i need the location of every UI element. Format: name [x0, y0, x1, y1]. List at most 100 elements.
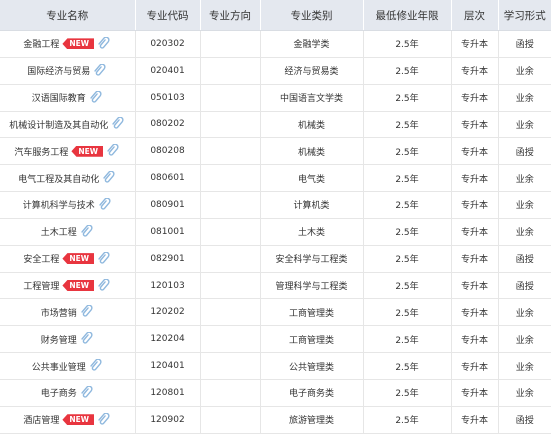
major-name-link[interactable]: 安全工程 [23, 252, 59, 265]
major-name-link[interactable]: 汽车服务工程 [14, 145, 68, 158]
paperclip-icon[interactable] [97, 278, 111, 293]
table-row: 安全工程 NEW 082901 安全科学与工程类 2.5年 专升本 函授 [0, 245, 551, 273]
major-direction-cell [200, 111, 261, 139]
paperclip-icon[interactable] [97, 251, 111, 266]
major-name-link[interactable]: 工程管理 [23, 279, 59, 292]
study-form-cell: 业余 [498, 218, 551, 246]
study-form-cell: 业余 [498, 57, 551, 85]
header-level: 层次 [451, 0, 499, 31]
min-years-cell: 2.5年 [363, 325, 452, 354]
min-years-cell: 2.5年 [363, 164, 452, 193]
major-direction-cell [200, 379, 261, 407]
paperclip-icon[interactable] [106, 144, 120, 158]
paperclip-icon[interactable] [89, 90, 103, 105]
paperclip-icon[interactable] [102, 171, 116, 185]
new-badge: NEW [62, 38, 95, 50]
table-row: 财务管理 120204 工商管理类 2.5年 专升本 业余 [0, 325, 551, 354]
major-name-link[interactable]: 电子商务 [41, 386, 77, 399]
major-name-link[interactable]: 汉语国际教育 [32, 91, 86, 104]
major-name-wrap: 金融工程 NEW [23, 36, 111, 51]
major-name-link[interactable]: 酒店管理 [23, 413, 59, 426]
header-row: 专业名称 专业代码 专业方向 专业类别 最低修业年限 层次 学习形式 [0, 0, 551, 31]
min-years-cell: 2.5年 [363, 191, 452, 219]
major-name-cell: 计算机科学与技术 [0, 191, 136, 219]
level-cell: 专升本 [451, 111, 499, 139]
major-name-cell: 金融工程 NEW [0, 30, 136, 58]
major-direction-cell [200, 191, 261, 219]
major-code-cell: 120401 [135, 352, 201, 380]
major-name-link[interactable]: 国际经济与贸易 [27, 64, 90, 77]
study-form-cell: 业余 [498, 379, 551, 407]
major-name-link[interactable]: 财务管理 [41, 333, 77, 346]
major-name-link[interactable]: 市场营销 [41, 306, 77, 319]
study-form-cell: 函授 [498, 272, 551, 300]
paperclip-icon[interactable] [98, 197, 112, 212]
major-name-link[interactable]: 机械设计制造及其自动化 [9, 118, 108, 131]
paperclip-icon[interactable] [80, 332, 94, 346]
major-name-cell: 安全工程 NEW [0, 245, 136, 273]
major-category-cell: 中国语言文学类 [260, 84, 364, 112]
paperclip-icon[interactable] [80, 305, 94, 319]
major-name-cell: 财务管理 [0, 325, 136, 354]
paperclip-icon[interactable] [80, 224, 94, 239]
paperclip-icon[interactable] [97, 412, 111, 427]
table-row: 酒店管理 NEW 120902 旅游管理类 2.5年 专升本 函授 [0, 406, 551, 434]
major-category-cell: 工商管理类 [260, 298, 364, 327]
major-name-link[interactable]: 电气工程及其自动化 [18, 172, 99, 185]
major-code-cell: 120801 [135, 379, 201, 407]
major-direction-cell [200, 325, 261, 354]
major-category-cell: 计算机类 [260, 191, 364, 219]
study-form-cell: 业余 [498, 164, 551, 193]
table-row: 土木工程 081001 土木类 2.5年 专升本 业余 [0, 218, 551, 246]
study-form-cell: 业余 [498, 111, 551, 139]
table-row: 国际经济与贸易 020401 经济与贸易类 2.5年 专升本 业余 [0, 57, 551, 85]
table-row: 市场营销 120202 工商管理类 2.5年 专升本 业余 [0, 298, 551, 327]
major-code-cell: 120103 [135, 272, 201, 300]
major-category-cell: 电子商务类 [260, 379, 364, 407]
major-name-link[interactable]: 土木工程 [41, 225, 77, 238]
major-category-cell: 机械类 [260, 111, 364, 139]
major-code-cell: 080901 [135, 191, 201, 219]
table-row: 汽车服务工程 NEW 080208 机械类 2.5年 专升本 函授 [0, 137, 551, 166]
header-major-name: 专业名称 [0, 0, 136, 31]
major-code-cell: 082901 [135, 245, 201, 273]
level-cell: 专升本 [451, 298, 499, 327]
major-name-wrap: 汉语国际教育 [32, 90, 103, 105]
major-name-cell: 工程管理 NEW [0, 272, 136, 300]
header-min-years: 最低修业年限 [363, 0, 452, 31]
level-cell: 专升本 [451, 164, 499, 193]
study-form-cell: 业余 [498, 84, 551, 112]
paperclip-icon[interactable] [89, 359, 103, 373]
paperclip-icon[interactable] [80, 385, 94, 400]
major-name-cell: 国际经济与贸易 [0, 57, 136, 85]
table-body: 金融工程 NEW 020302 金融学类 2.5年 专升本 函授 国际经济与贸易 [0, 30, 551, 434]
new-badge: NEW [62, 253, 95, 265]
major-name-link[interactable]: 金融工程 [23, 37, 59, 50]
study-form-cell: 业余 [498, 352, 551, 380]
paperclip-icon[interactable] [111, 117, 125, 131]
major-name-wrap: 市场营销 [41, 305, 94, 319]
major-code-cell: 080208 [135, 137, 201, 166]
level-cell: 专升本 [451, 218, 499, 246]
major-direction-cell [200, 245, 261, 273]
min-years-cell: 2.5年 [363, 137, 452, 166]
paperclip-icon[interactable] [97, 36, 111, 51]
paperclip-icon[interactable] [93, 63, 107, 78]
major-direction-cell [200, 137, 261, 166]
major-category-cell: 机械类 [260, 137, 364, 166]
study-form-cell: 函授 [498, 245, 551, 273]
major-name-cell: 汽车服务工程 NEW [0, 137, 136, 166]
major-code-cell: 080202 [135, 111, 201, 139]
min-years-cell: 2.5年 [363, 352, 452, 380]
major-name-link[interactable]: 计算机科学与技术 [23, 198, 95, 211]
level-cell: 专升本 [451, 191, 499, 219]
min-years-cell: 2.5年 [363, 57, 452, 85]
major-name-link[interactable]: 公共事业管理 [32, 360, 86, 373]
major-code-cell: 120204 [135, 325, 201, 354]
min-years-cell: 2.5年 [363, 245, 452, 273]
major-name-cell: 酒店管理 NEW [0, 406, 136, 434]
new-badge: NEW [62, 414, 95, 426]
major-name-wrap: 计算机科学与技术 [23, 197, 112, 212]
major-code-cell: 080601 [135, 164, 201, 193]
level-cell: 专升本 [451, 352, 499, 380]
